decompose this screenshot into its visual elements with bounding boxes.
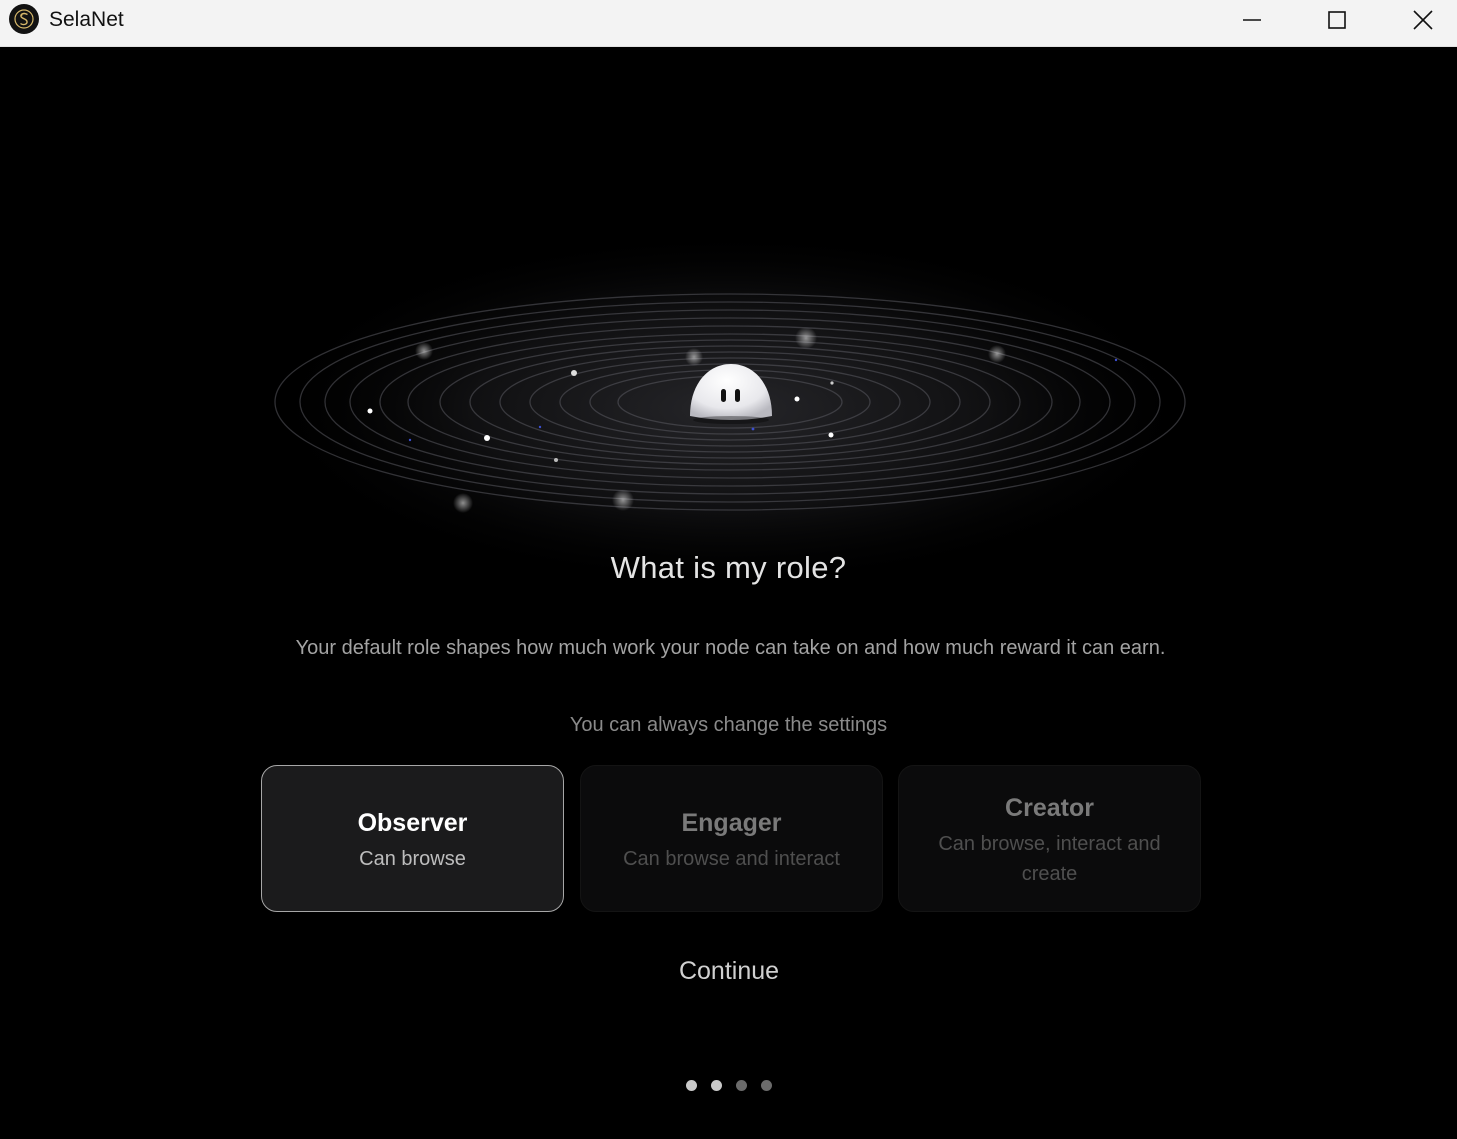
close-icon — [1413, 10, 1433, 30]
window-title: SelaNet — [49, 8, 124, 31]
close-button[interactable] — [1382, 0, 1457, 40]
minimize-icon — [1243, 19, 1261, 21]
pagination-dots — [686, 1080, 772, 1092]
role-card-engager[interactable]: Engager Can browse and interact — [580, 765, 883, 912]
maximize-button[interactable] — [1296, 0, 1378, 40]
role-card-creator[interactable]: Creator Can browse, interact and create — [898, 765, 1201, 912]
pager-dot-4[interactable] — [761, 1080, 772, 1091]
role-description-text: Your default role shapes how much work y… — [295, 637, 1166, 659]
role-desc: Can browse — [359, 848, 466, 870]
maximize-icon — [1328, 11, 1346, 29]
page-title: What is my role? — [610, 550, 847, 585]
role-name: Observer — [357, 809, 468, 837]
role-card-observer[interactable]: Observer Can browse — [261, 765, 564, 912]
selanet-logo-icon — [9, 4, 39, 34]
pager-dot-3[interactable] — [736, 1080, 747, 1091]
orbit-illustration — [250, 170, 1210, 610]
role-name: Creator — [1005, 794, 1094, 822]
settings-note: You can always change the settings — [569, 714, 888, 736]
app-window: SelaNet What is my role? Your default ro… — [0, 0, 1457, 1139]
role-desc: Can browse, interact and create — [938, 833, 1161, 885]
role-name: Engager — [681, 809, 782, 837]
role-desc: Can browse and interact — [623, 848, 840, 870]
minimize-button[interactable] — [1211, 0, 1293, 40]
continue-button[interactable]: Continue — [628, 948, 830, 994]
pager-dot-1[interactable] — [686, 1080, 697, 1091]
pager-dot-2[interactable] — [711, 1080, 722, 1091]
title-bar: SelaNet — [0, 0, 1457, 47]
